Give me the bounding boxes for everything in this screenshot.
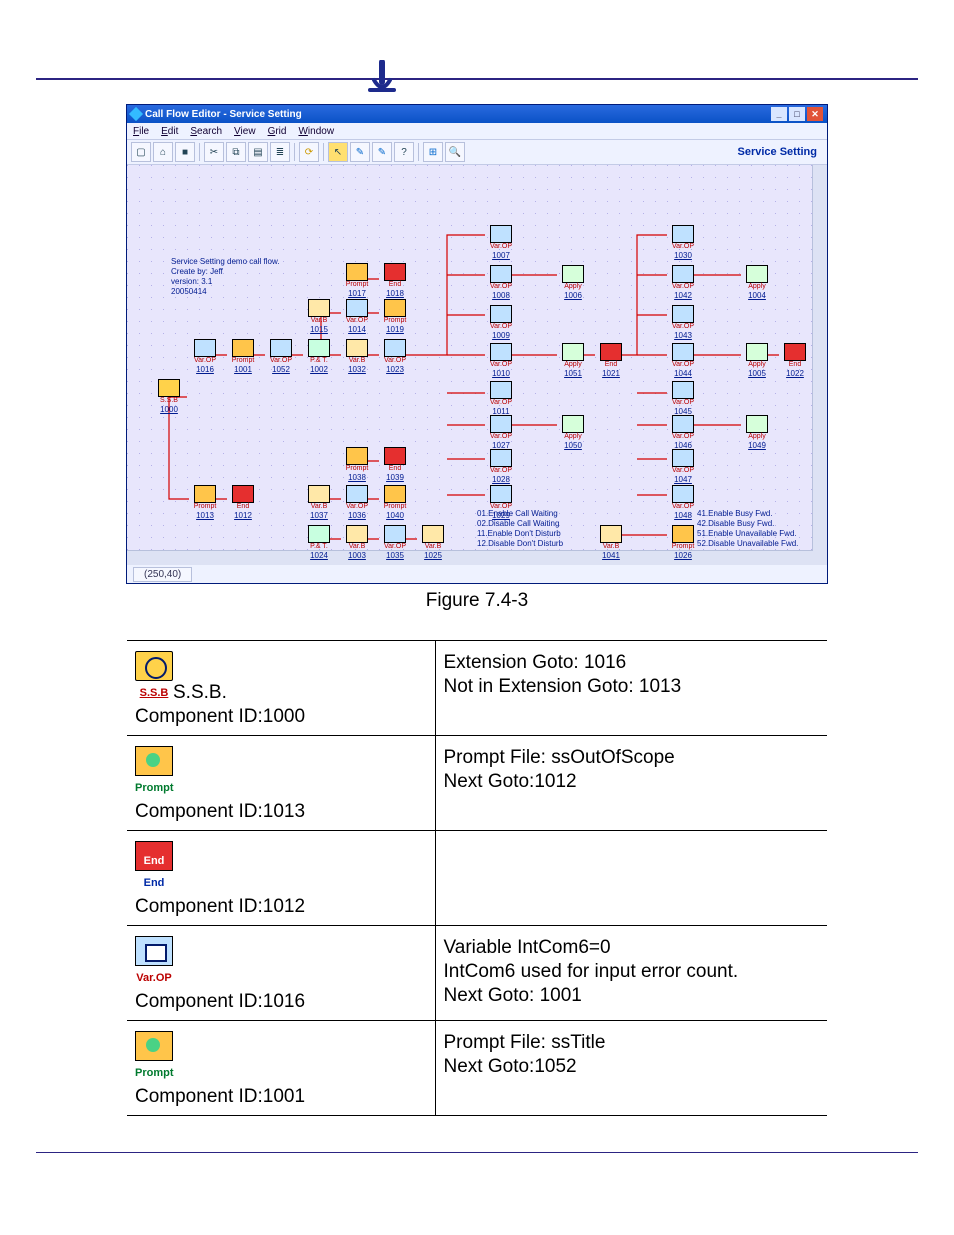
footer-rule bbox=[36, 1152, 918, 1153]
node-1005[interactable]: Apply1005 bbox=[741, 343, 773, 378]
node-1052[interactable]: Var.OP1052 bbox=[265, 339, 297, 374]
node-1030[interactable]: Var.OP1030 bbox=[667, 225, 699, 260]
node-1040[interactable]: Prompt1040 bbox=[379, 485, 411, 520]
node-1016[interactable]: Var.OP1016 bbox=[189, 339, 221, 374]
copy-icon[interactable]: ⧉ bbox=[226, 142, 246, 162]
node-1047[interactable]: Var.OP1047 bbox=[667, 449, 699, 484]
node-1001[interactable]: Prompt1001 bbox=[227, 339, 259, 374]
call-flow-editor-window: Call Flow Editor - Service Setting _ □ ✕… bbox=[126, 104, 828, 584]
paste-icon[interactable]: ▤ bbox=[248, 142, 268, 162]
window-title: Call Flow Editor - Service Setting bbox=[145, 109, 302, 120]
node-1019[interactable]: Prompt1019 bbox=[379, 299, 411, 334]
close-button[interactable]: ✕ bbox=[807, 107, 823, 121]
minimize-button[interactable]: _ bbox=[771, 107, 787, 121]
menu-edit[interactable]: Edit bbox=[161, 126, 178, 137]
node-1011[interactable]: Var.OP1011 bbox=[485, 381, 517, 416]
new-file-icon[interactable]: ▢ bbox=[131, 142, 151, 162]
menubar: File Edit Search View Grid Window bbox=[127, 123, 827, 139]
menu-file[interactable]: File bbox=[133, 126, 149, 137]
node-1007[interactable]: Var.OP1007 bbox=[485, 225, 517, 260]
table-row: EndComponent ID:1012 bbox=[127, 831, 827, 926]
node-1002[interactable]: P.& T.1002 bbox=[303, 339, 335, 374]
node-1048[interactable]: Var.OP1048 bbox=[667, 485, 699, 520]
node-1044[interactable]: Var.OP1044 bbox=[667, 343, 699, 378]
node-1004[interactable]: Apply1004 bbox=[741, 265, 773, 300]
maximize-button[interactable]: □ bbox=[789, 107, 805, 121]
zoom-icon[interactable]: 🔍 bbox=[445, 142, 465, 162]
node-1045[interactable]: Var.OP1045 bbox=[667, 381, 699, 416]
node-1049[interactable]: Apply1049 bbox=[741, 415, 773, 450]
node-1026[interactable]: Prompt1026 bbox=[667, 525, 699, 560]
node-1006[interactable]: Apply1006 bbox=[557, 265, 589, 300]
node-1015[interactable]: Var.B1015 bbox=[303, 299, 335, 334]
node-1009[interactable]: Var.OP1009 bbox=[485, 305, 517, 340]
table-row: S.S.BS.S.B.Component ID:1000Extension Go… bbox=[127, 641, 827, 736]
titlebar[interactable]: Call Flow Editor - Service Setting _ □ ✕ bbox=[127, 105, 827, 123]
app-icon bbox=[129, 107, 143, 121]
help-icon[interactable]: ? bbox=[394, 142, 414, 162]
node-1038[interactable]: Prompt1038 bbox=[341, 447, 373, 482]
node-1035[interactable]: Var.OP1035 bbox=[379, 525, 411, 560]
node-1018[interactable]: End1018 bbox=[379, 263, 411, 298]
table-row: PromptComponent ID:1001Prompt File: ssTi… bbox=[127, 1021, 827, 1116]
node-1050[interactable]: Apply1050 bbox=[557, 415, 589, 450]
node-1010[interactable]: Var.OP1010 bbox=[485, 343, 517, 378]
menu-grid[interactable]: Grid bbox=[268, 126, 287, 137]
node-1036[interactable]: Var.OP1036 bbox=[341, 485, 373, 520]
service-setting-label: Service Setting bbox=[738, 146, 823, 158]
brush1-icon[interactable]: ✎ bbox=[350, 142, 370, 162]
node-1042[interactable]: Var.OP1042 bbox=[667, 265, 699, 300]
node-1037[interactable]: Var.B1037 bbox=[303, 485, 335, 520]
node-1022[interactable]: End1022 bbox=[779, 343, 811, 378]
node-1032[interactable]: Var.B1032 bbox=[341, 339, 373, 374]
node-1021[interactable]: End1021 bbox=[595, 343, 627, 378]
node-1029[interactable]: Var.OP1029 bbox=[485, 485, 517, 520]
node-1046[interactable]: Var.OP1046 bbox=[667, 415, 699, 450]
menu-window[interactable]: Window bbox=[298, 126, 334, 137]
status-coords: (250,40) bbox=[133, 567, 192, 582]
header-logo-icon bbox=[368, 60, 396, 94]
menu-search[interactable]: Search bbox=[190, 126, 222, 137]
node-1000[interactable]: S.S.B1000 bbox=[153, 379, 185, 414]
save-icon[interactable]: ■ bbox=[175, 142, 195, 162]
node-1028[interactable]: Var.OP1028 bbox=[485, 449, 517, 484]
canvas-note: Service Setting demo call flow.Create by… bbox=[171, 257, 280, 297]
refresh-icon[interactable]: ⟳ bbox=[299, 142, 319, 162]
brush2-icon[interactable]: ✎ bbox=[372, 142, 392, 162]
statusbar: (250,40) bbox=[127, 565, 827, 583]
node-1014[interactable]: Var.OP1014 bbox=[341, 299, 373, 334]
toolbar: ▢ ⌂ ■ ✂ ⧉ ▤ ≣ ⟳ ↖ ✎ ✎ ? ⊞ 🔍 Service Sett… bbox=[127, 139, 827, 165]
cut-icon[interactable]: ✂ bbox=[204, 142, 224, 162]
flow-canvas[interactable]: Service Setting demo call flow.Create by… bbox=[127, 165, 827, 565]
figure-caption: Figure 7.4-3 bbox=[36, 590, 918, 612]
horizontal-scrollbar[interactable] bbox=[127, 550, 813, 565]
node-1013[interactable]: Prompt1013 bbox=[189, 485, 221, 520]
open-file-icon[interactable]: ⌂ bbox=[153, 142, 173, 162]
grid-icon[interactable]: ⊞ bbox=[423, 142, 443, 162]
vertical-scrollbar[interactable] bbox=[812, 165, 827, 565]
node-1024[interactable]: P.& T.1024 bbox=[303, 525, 335, 560]
node-1051[interactable]: Apply1051 bbox=[557, 343, 589, 378]
component-table: S.S.BS.S.B.Component ID:1000Extension Go… bbox=[127, 640, 827, 1116]
table-row: Var.OPComponent ID:1016Variable IntCom6=… bbox=[127, 926, 827, 1021]
table-row: PromptComponent ID:1013Prompt File: ssOu… bbox=[127, 736, 827, 831]
node-1003[interactable]: Var.B1003 bbox=[341, 525, 373, 560]
node-1041[interactable]: Var.B1041 bbox=[595, 525, 627, 560]
align-icon[interactable]: ≣ bbox=[270, 142, 290, 162]
node-1023[interactable]: Var.OP1023 bbox=[379, 339, 411, 374]
node-1027[interactable]: Var.OP1027 bbox=[485, 415, 517, 450]
node-1012[interactable]: End1012 bbox=[227, 485, 259, 520]
pointer-icon[interactable]: ↖ bbox=[328, 142, 348, 162]
node-1039[interactable]: End1039 bbox=[379, 447, 411, 482]
menu-view[interactable]: View bbox=[234, 126, 256, 137]
node-1025[interactable]: Var.B1025 bbox=[417, 525, 449, 560]
node-1017[interactable]: Prompt1017 bbox=[341, 263, 373, 298]
node-1043[interactable]: Var.OP1043 bbox=[667, 305, 699, 340]
node-1008[interactable]: Var.OP1008 bbox=[485, 265, 517, 300]
